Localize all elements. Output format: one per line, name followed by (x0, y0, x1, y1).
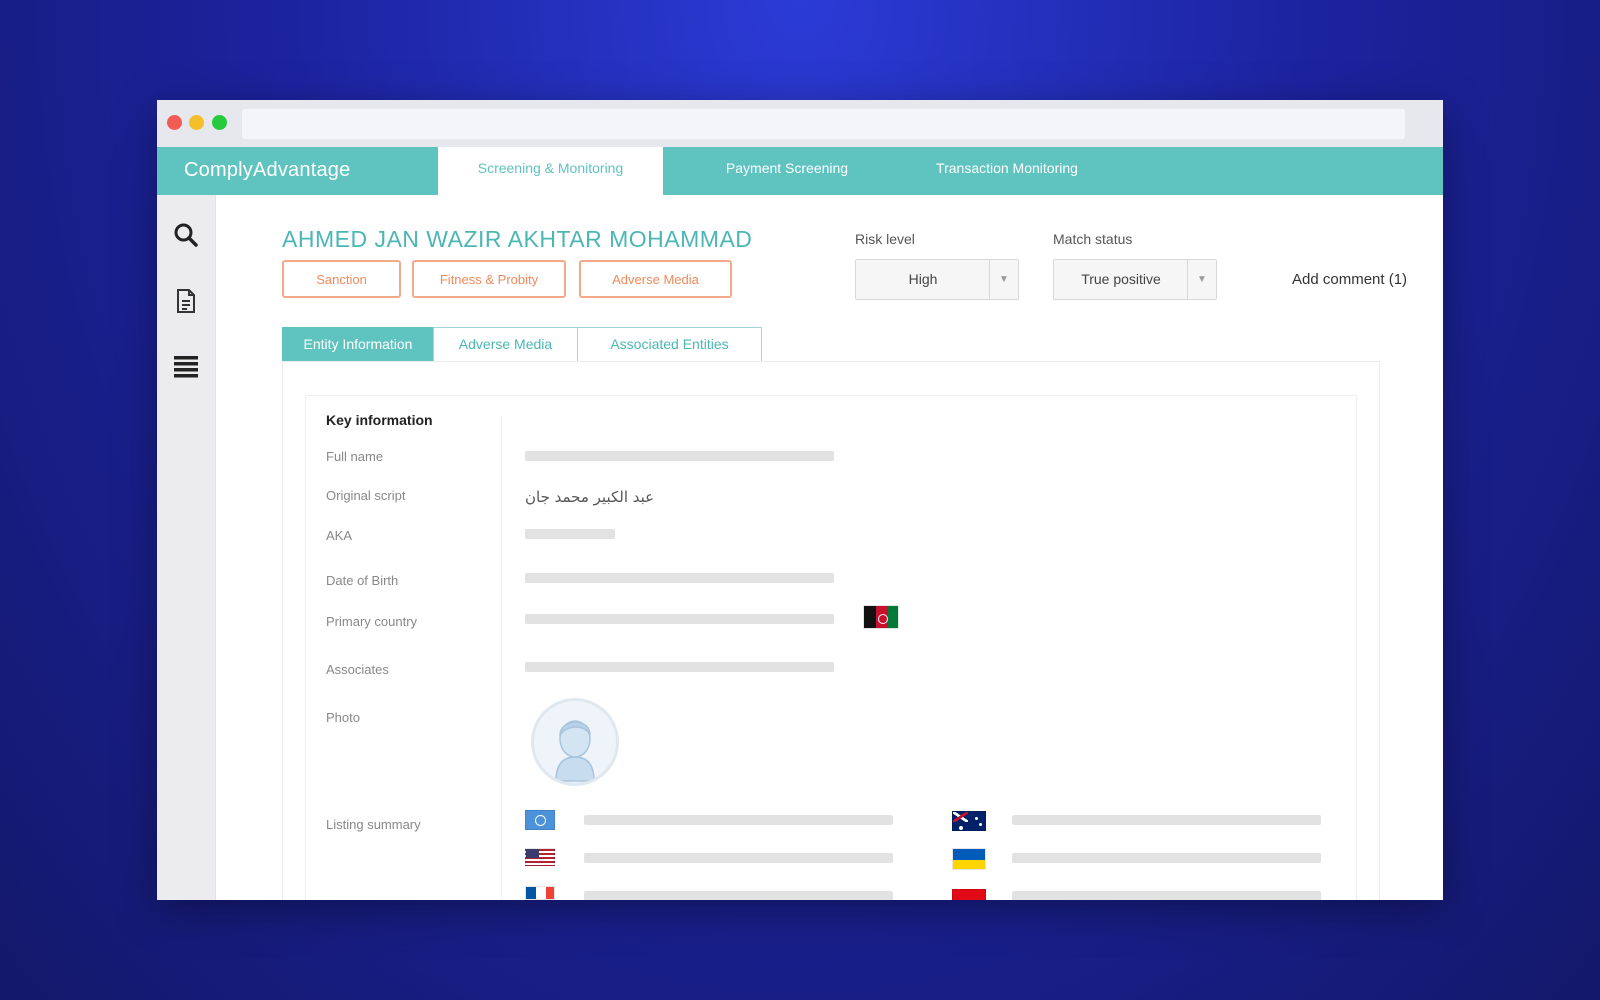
tab-payment-screening[interactable]: Payment Screening (687, 147, 887, 195)
add-comment-link[interactable]: Add comment (1) (1292, 271, 1407, 288)
photo-label: Photo (326, 710, 360, 725)
risk-level-label: Risk level (855, 231, 915, 247)
un-flag-icon (525, 810, 555, 830)
listing-placeholder (1012, 815, 1321, 825)
match-status-select[interactable]: True positive ▼ (1053, 259, 1217, 300)
original-script-label: Original script (326, 488, 406, 503)
listing-placeholder (584, 853, 893, 863)
list-icon[interactable] (172, 352, 200, 380)
tag-adverse-media[interactable]: Adverse Media (579, 260, 732, 298)
aka-value-placeholder (525, 529, 615, 539)
date-of-birth-value-placeholder (525, 573, 834, 583)
key-information-card: Key information Full name Original scrip… (305, 395, 1357, 900)
risk-level-value: High (908, 271, 938, 287)
primary-country-value-placeholder (525, 614, 834, 624)
original-script-value: عبد الكبير محمد جان (525, 488, 655, 506)
entity-name-heading: AHMED JAN WAZIR AKHTAR MOHAMMAD (282, 226, 753, 252)
match-status-value: True positive (1081, 271, 1161, 287)
ukraine-flag-icon (952, 848, 986, 870)
tag-fitness-probity[interactable]: Fitness & Probity (412, 260, 566, 298)
full-name-value-placeholder (525, 451, 834, 461)
search-icon[interactable] (172, 221, 200, 249)
browser-window: ComplyAdvantage Screening & Monitoring P… (157, 100, 1443, 900)
close-window-button[interactable] (167, 115, 182, 130)
entity-information-panel: Key information Full name Original scrip… (282, 361, 1380, 900)
tab-transaction-monitoring[interactable]: Transaction Monitoring (897, 147, 1117, 195)
listing-placeholder (1012, 853, 1321, 863)
avatar (531, 698, 619, 786)
top-nav: ComplyAdvantage Screening & Monitoring P… (157, 147, 1443, 195)
primary-country-label: Primary country (326, 614, 418, 629)
usa-flag-icon (525, 848, 555, 866)
france-flag-icon (525, 886, 555, 900)
chevron-down-icon[interactable]: ▼ (989, 260, 1018, 299)
date-of-birth-label: Date of Birth (326, 573, 399, 588)
australia-flag-icon (952, 811, 986, 831)
listing-placeholder (1012, 891, 1321, 900)
tab-associated-entities[interactable]: Associated Entities (577, 327, 762, 362)
full-name-label: Full name (326, 449, 384, 464)
match-status-label: Match status (1053, 231, 1133, 247)
chevron-down-icon[interactable]: ▼ (1187, 260, 1216, 299)
listing-placeholder (584, 815, 893, 825)
minimize-window-button[interactable] (189, 115, 204, 130)
listing-summary-label: Listing summary (326, 817, 421, 832)
tag-sanction[interactable]: Sanction (282, 260, 401, 298)
card-divider (501, 416, 502, 900)
listing-placeholder (584, 891, 893, 900)
brand-logo[interactable]: ComplyAdvantage (184, 159, 350, 182)
sidebar (157, 195, 216, 900)
document-icon[interactable] (172, 287, 200, 315)
tab-adverse-media[interactable]: Adverse Media (433, 327, 578, 362)
turkey-flag-icon (952, 889, 986, 900)
associates-label: Associates (326, 662, 389, 677)
address-bar[interactable] (242, 109, 1405, 139)
afghanistan-flag-icon (863, 605, 899, 629)
associates-value-placeholder (525, 662, 834, 672)
browser-chrome (157, 100, 1443, 147)
main-content: AHMED JAN WAZIR AKHTAR MOHAMMAD Sanction… (215, 195, 1443, 900)
tab-screening-monitoring[interactable]: Screening & Monitoring (438, 147, 663, 195)
maximize-window-button[interactable] (212, 115, 227, 130)
aka-label: AKA (326, 528, 353, 543)
key-information-title: Key information (326, 412, 433, 428)
risk-level-select[interactable]: High ▼ (855, 259, 1019, 300)
tab-entity-information[interactable]: Entity Information (282, 327, 434, 362)
